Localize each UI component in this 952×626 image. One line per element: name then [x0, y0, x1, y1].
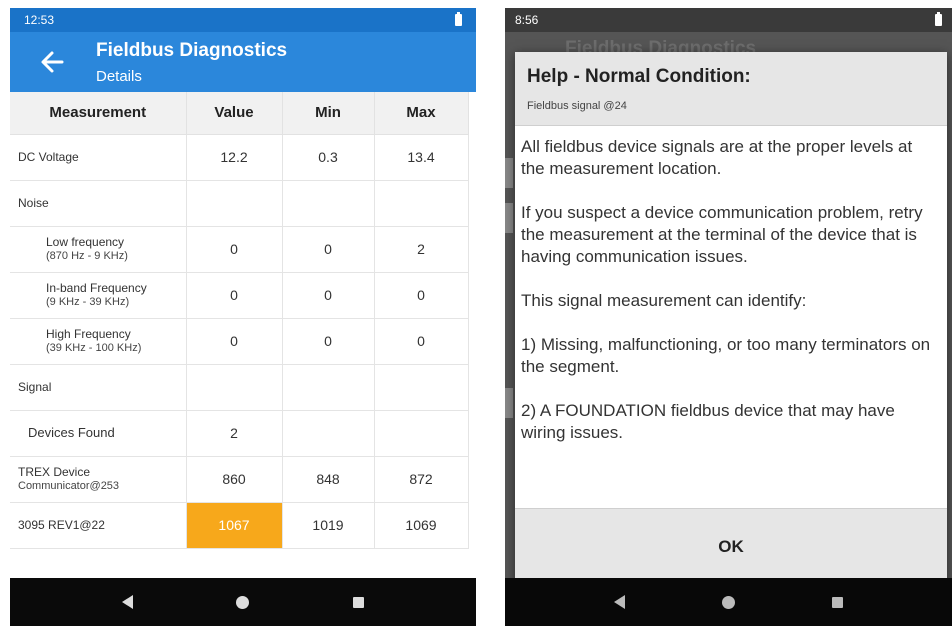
nav-back-icon[interactable]: [613, 595, 625, 609]
row-min: 0: [282, 318, 375, 365]
row-min: [282, 180, 375, 227]
help-dialog-screen: 8:56 Fieldbus Diagnostics Help - Normal …: [505, 8, 952, 626]
help-dialog: Help - Normal Condition: Fieldbus signal…: [515, 52, 947, 584]
row-max: 872: [374, 456, 469, 503]
help-paragraph: 1) Missing, malfunctioning, or too many …: [521, 335, 931, 376]
page-title: Fieldbus Diagnostics: [96, 40, 288, 61]
row-max: [374, 180, 469, 227]
measurement-table: Measurement Value Min Max DC Voltage 12.…: [10, 92, 469, 549]
dialog-body[interactable]: All fieldbus device signals are at the p…: [515, 126, 947, 506]
row-value: 2: [186, 410, 283, 457]
diagnostics-screen: 12:53 Fieldbus Diagnostics Details Measu…: [10, 8, 476, 626]
row-max: 1069: [374, 502, 469, 549]
row-value: [186, 364, 283, 411]
row-max: 0: [374, 272, 469, 319]
background-table-edge: [505, 158, 513, 188]
table-row: Low frequency (870 Hz - 9 KHz) 0 0 2: [10, 226, 469, 273]
background-table-edge: [505, 388, 513, 418]
dialog-footer: OK: [515, 508, 947, 584]
navigation-bar: [505, 578, 952, 626]
row-value: 12.2: [186, 134, 283, 181]
battery-icon: [455, 12, 462, 26]
row-min: [282, 410, 375, 457]
row-name: In-band Frequency (9 KHz - 39 KHz): [10, 272, 187, 319]
table-row: 3095 REV1@22 1067 1019 1069: [10, 502, 469, 549]
help-paragraph: 2) A FOUNDATION fieldbus device that may…: [521, 401, 895, 442]
row-min: 0.3: [282, 134, 375, 181]
row-value: 0: [186, 272, 283, 319]
row-name: TREX Device Communicator@253: [10, 456, 187, 503]
dialog-title: Help - Normal Condition:: [527, 66, 751, 87]
back-arrow-icon[interactable]: [36, 46, 68, 78]
nav-back-icon[interactable]: [121, 595, 133, 609]
row-name: High Frequency (39 KHz - 100 KHz): [10, 318, 187, 365]
row-name: 3095 REV1@22: [10, 502, 187, 549]
row-value: 0: [186, 226, 283, 273]
status-time: 8:56: [515, 13, 539, 27]
table-row: High Frequency (39 KHz - 100 KHz) 0 0 0: [10, 318, 469, 365]
table-row: Devices Found 2: [10, 410, 469, 457]
column-header-value: Value: [186, 92, 283, 135]
ok-button[interactable]: OK: [678, 527, 784, 567]
table-row: In-band Frequency (9 KHz - 39 KHz) 0 0 0: [10, 272, 469, 319]
navigation-bar: [10, 578, 476, 626]
help-paragraph: All fieldbus device signals are at the p…: [521, 137, 913, 178]
row-min: 1019: [282, 502, 375, 549]
row-name: Noise: [10, 180, 187, 227]
dialog-subtitle: Fieldbus signal @24: [527, 100, 627, 112]
page-subtitle: Details: [96, 68, 142, 85]
column-header-max: Max: [374, 92, 469, 135]
column-header-min: Min: [282, 92, 375, 135]
table-row: Noise: [10, 180, 469, 227]
nav-recent-apps-icon[interactable]: [353, 596, 365, 608]
row-name: Devices Found: [10, 410, 187, 457]
nav-home-icon[interactable]: [721, 595, 735, 609]
row-max: 0: [374, 318, 469, 365]
row-name: DC Voltage: [10, 134, 187, 181]
column-header-measurement: Measurement: [10, 92, 187, 135]
battery-icon: [935, 12, 942, 26]
help-paragraph: If you suspect a device communication pr…: [521, 203, 923, 266]
app-bar: Fieldbus Diagnostics Details: [10, 32, 476, 92]
status-time: 12:53: [24, 13, 55, 27]
row-max: [374, 410, 469, 457]
table-row: DC Voltage 12.2 0.3 13.4: [10, 134, 469, 181]
table-row: TREX Device Communicator@253 860 848 872: [10, 456, 469, 503]
status-bar: 12:53: [10, 8, 476, 32]
row-min: 0: [282, 272, 375, 319]
dialog-header: Help - Normal Condition: Fieldbus signal…: [515, 52, 947, 126]
row-name: Signal: [10, 364, 187, 411]
table-row: Signal: [10, 364, 469, 411]
status-bar: 8:56: [505, 8, 952, 32]
row-max: 2: [374, 226, 469, 273]
nav-recent-apps-icon[interactable]: [832, 596, 844, 608]
help-paragraph: This signal measurement can identify:: [521, 291, 807, 310]
row-name: Low frequency (870 Hz - 9 KHz): [10, 226, 187, 273]
row-value: 860: [186, 456, 283, 503]
row-max: [374, 364, 469, 411]
nav-home-icon[interactable]: [236, 595, 250, 609]
row-value: [186, 180, 283, 227]
row-value-highlighted: 1067: [186, 502, 283, 549]
row-max: 13.4: [374, 134, 469, 181]
row-value: 0: [186, 318, 283, 365]
row-min: [282, 364, 375, 411]
row-min: 848: [282, 456, 375, 503]
row-min: 0: [282, 226, 375, 273]
background-table-edge: [505, 203, 513, 233]
table-header-row: Measurement Value Min Max: [10, 92, 469, 135]
